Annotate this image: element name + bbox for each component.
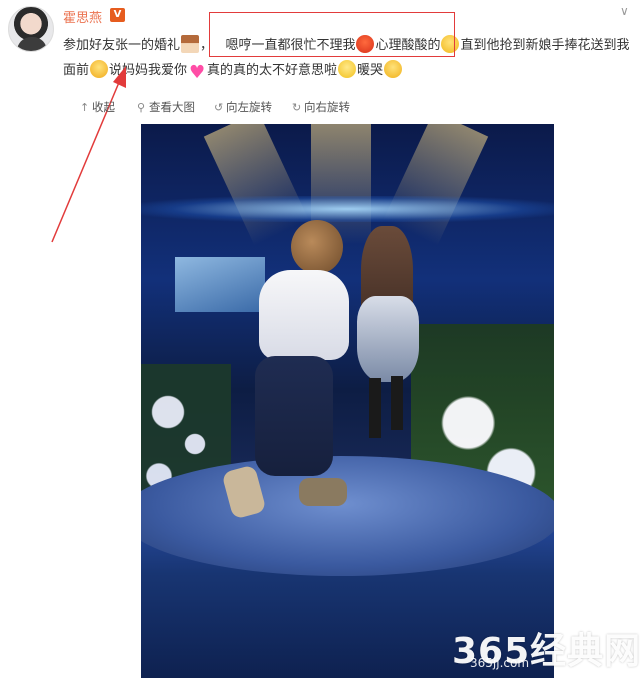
avatar-figure <box>17 37 47 51</box>
stage-lights <box>141 196 554 222</box>
arrow-up-icon: ↑ <box>80 101 90 114</box>
grin-emoji-icon <box>338 60 357 78</box>
avatar[interactable] <box>8 6 54 52</box>
magnifier-icon: ⚲ <box>137 101 146 114</box>
post-text-segment: 暖哭 <box>357 63 384 78</box>
verified-badge-icon: V <box>110 8 125 22</box>
rotate-left-icon: ↺ <box>214 101 224 114</box>
view-large-button[interactable]: ⚲ 查看大图 <box>137 99 195 115</box>
heart-emoji-icon: ♥ <box>188 62 206 83</box>
boy-figure <box>221 220 371 530</box>
rotate-right-icon: ↻ <box>292 101 302 114</box>
chevron-down-icon[interactable]: ∨ <box>620 4 629 18</box>
highlight-box <box>209 12 455 57</box>
collapse-button[interactable]: ↑ 收起 <box>80 99 115 115</box>
house-emoji-icon <box>181 35 200 53</box>
post-photo[interactable] <box>141 124 554 678</box>
rotate-right-button[interactable]: ↻ 向右旋转 <box>292 99 350 115</box>
yawn-emoji-icon <box>90 60 109 78</box>
post-text-segment: 说妈妈我爱你 <box>109 63 188 78</box>
post-text-segment: 参加好友张一的婚礼 <box>63 38 181 53</box>
watermark-url: 365jj.com <box>470 656 530 670</box>
rotate-left-button[interactable]: ↺ 向左旋转 <box>214 99 272 115</box>
username[interactable]: 霍思燕 <box>63 7 102 26</box>
rotate-left-label: 向左旋转 <box>226 100 272 114</box>
rotate-right-label: 向右旋转 <box>304 100 350 114</box>
collapse-label: 收起 <box>92 100 115 114</box>
laugh-cry-emoji-icon <box>384 60 403 78</box>
view-large-label: 查看大图 <box>149 100 195 114</box>
post-text-segment: 真的真的太不好意思啦 <box>207 63 338 78</box>
